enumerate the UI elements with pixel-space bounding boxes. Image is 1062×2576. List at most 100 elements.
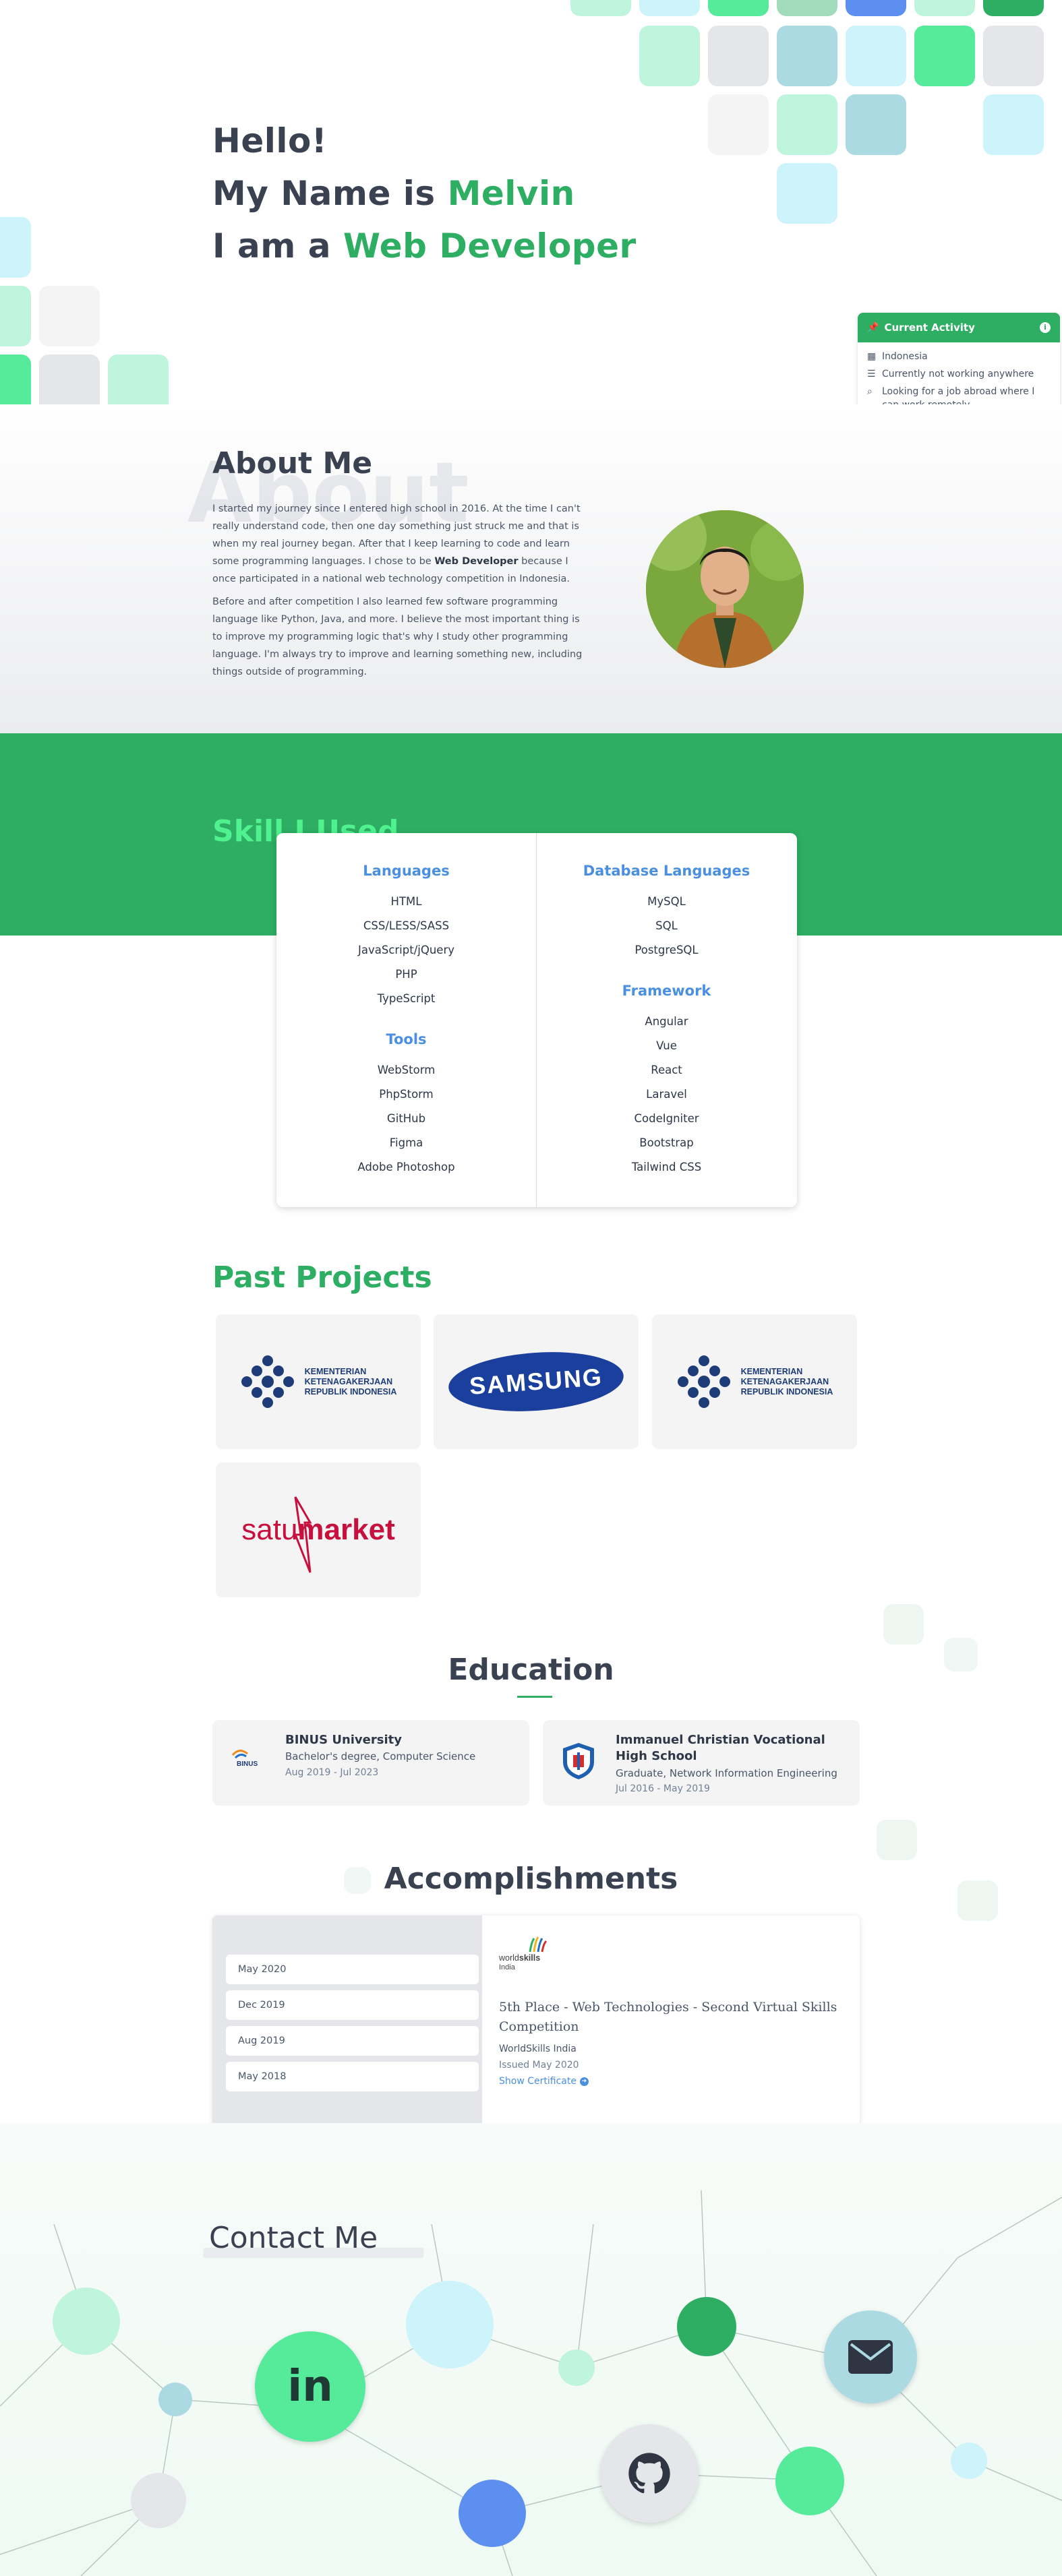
decor-tile [983, 94, 1044, 155]
decor-bubble [951, 2443, 987, 2479]
decor-tile [708, 0, 769, 16]
linkedin-button[interactable]: in [255, 2331, 365, 2442]
skill-item: WebStorm [377, 1064, 436, 1076]
decor-tile [846, 94, 906, 155]
shield-icon [563, 1743, 594, 1779]
decor-bubble [158, 2383, 192, 2416]
kemnaker-logo-icon [241, 1355, 294, 1408]
skill-item: JavaScript/jQuery [358, 944, 454, 956]
skill-item: Tailwind CSS [631, 1161, 702, 1173]
decor-tile [846, 26, 906, 86]
hero-name-prefix: My Name is [212, 174, 448, 213]
education-title: Education [448, 1653, 614, 1687]
buildings-icon: ▦ [867, 351, 877, 362]
about-title: About Me [212, 446, 373, 481]
project-card-kemnaker-2[interactable]: KEMENTERIAN KETENAGAKERJAAN REPUBLIK IND… [652, 1314, 857, 1449]
skills-card: Languages HTML CSS/LESS/SASS JavaScript/… [276, 833, 797, 1207]
accomplishment-date-item[interactable]: Dec 2019 [226, 1990, 479, 2020]
skills-column-right: Database Languages MySQL SQL PostgreSQL … [537, 859, 796, 1179]
decor-tile [0, 286, 31, 346]
about-paragraph-2: Before and after competition I also lear… [212, 596, 583, 677]
worldskills-logo-word: world [499, 1953, 519, 1963]
skill-item: React [651, 1064, 682, 1076]
linkedin-icon: in [287, 2362, 333, 2412]
projects-title: Past Projects [212, 1260, 432, 1295]
decor-bubble [775, 2447, 844, 2515]
decor-tile [39, 286, 100, 346]
current-activity-header: 📌 Current Activity i [858, 313, 1060, 342]
kemnaker-line: KEMENTERIAN [304, 1366, 367, 1376]
education-card-binus[interactable]: BINUS BINUS University Bachelor's degree… [212, 1720, 529, 1806]
decor-tile [639, 26, 700, 86]
decor-bubble [459, 2480, 526, 2547]
kemnaker-line: KETENAGAKERJAAN [304, 1376, 393, 1386]
decor-bubble [677, 2297, 736, 2356]
worldskills-logo-icon [529, 1936, 548, 1953]
satumarket-bolt-icon [294, 1496, 312, 1573]
decor-tile [777, 94, 837, 155]
accomplishment-date-list: May 2020 Dec 2019 Aug 2019 May 2018 [212, 1915, 482, 2133]
education-degree: Bachelor's degree, Computer Science [285, 1750, 476, 1762]
decor-bubble [558, 2350, 595, 2386]
project-card-satumarket[interactable]: satumarket [216, 1463, 421, 1597]
decor-tile [914, 0, 975, 16]
education-dates: Aug 2019 - Jul 2023 [285, 1767, 379, 1778]
accomplishment-date-item[interactable]: May 2018 [226, 2062, 479, 2091]
accomplishment-date-item[interactable]: May 2020 [226, 1955, 479, 1984]
worldskills-logo: worldskills India [499, 1936, 560, 1976]
binus-logo-text: BINUS [237, 1760, 258, 1768]
skill-item: Adobe Photoshop [357, 1161, 455, 1173]
education-card-immanuel[interactable]: Immanuel Christian Vocational High Schoo… [543, 1720, 860, 1806]
decor-tile [708, 26, 769, 86]
samsung-logo-text: SAMSUNG [468, 1363, 604, 1400]
decor-tile [570, 0, 631, 16]
accomplishments-title: Accomplishments [384, 1862, 678, 1896]
skill-item: PostgreSQL [635, 944, 699, 956]
decor-tile [883, 1604, 924, 1645]
hero-role: Web Developer [343, 226, 637, 266]
decor-tile [914, 26, 975, 86]
activity-item: ☰ Currently not working anywhere [858, 365, 1060, 383]
worldskills-logo-country: India [499, 1963, 515, 1971]
accomplishment-detail: worldskills India 5th Place - Web Techno… [499, 1915, 850, 2133]
education-school: BINUS University [285, 1733, 402, 1747]
activity-item-text: Indonesia [882, 351, 928, 362]
hero-role-line: I am a Web Developer [212, 226, 637, 266]
project-card-kemnaker[interactable]: KEMENTERIAN KETENAGAKERJAAN REPUBLIK IND… [216, 1314, 421, 1449]
kemnaker-logo-icon [677, 1355, 730, 1408]
decor-tile [777, 0, 837, 16]
envelope-icon [848, 2340, 893, 2374]
email-button[interactable] [824, 2310, 917, 2403]
about-bold-text: Web Developer [434, 556, 519, 567]
education-degree: Graduate, Network Information Engineerin… [616, 1767, 837, 1779]
decor-tile [983, 26, 1044, 86]
hero-name: Melvin [447, 174, 575, 213]
current-activity-title: Current Activity [884, 321, 975, 334]
accomplishments-card: May 2020 Dec 2019 Aug 2019 May 2018 worl… [212, 1915, 860, 2133]
kemnaker-line: KETENAGAKERJAAN [740, 1376, 829, 1386]
decor-tile [777, 163, 837, 224]
project-card-samsung[interactable]: SAMSUNG [434, 1314, 639, 1449]
github-icon [628, 2453, 670, 2494]
education-school: Immanuel Christian Vocational High Schoo… [616, 1733, 825, 1763]
accomplishment-date-item[interactable]: Aug 2019 [226, 2026, 479, 2056]
kemnaker-label: KEMENTERIAN KETENAGAKERJAAN REPUBLIK IND… [741, 1367, 833, 1397]
show-certificate-link[interactable]: Show Certificate ➜ [499, 2076, 589, 2087]
avatar-portrait [646, 510, 804, 668]
skill-item: Angular [645, 1015, 688, 1028]
accomplishment-issuer: WorldSkills India [499, 2044, 577, 2054]
info-icon[interactable]: i [1040, 322, 1051, 333]
about-paragraph-1: I started my journey since I entered hig… [212, 500, 583, 588]
skill-item: PHP [395, 968, 417, 981]
contact-title: Contact Me [209, 2221, 378, 2255]
skill-item: TypeScript [377, 992, 436, 1005]
decor-tile [846, 0, 906, 16]
github-button[interactable] [600, 2424, 699, 2523]
hero-greeting: Hello! [212, 121, 328, 160]
skills-heading-database: Database Languages [583, 863, 750, 879]
avatar [646, 510, 804, 668]
satumarket-logo: satumarket [241, 1496, 395, 1573]
hero-name-line: My Name is Melvin [212, 174, 575, 213]
list-icon: ☰ [867, 369, 876, 379]
accomplishment-title: 5th Place - Web Technologies - Second Vi… [499, 2000, 837, 2034]
